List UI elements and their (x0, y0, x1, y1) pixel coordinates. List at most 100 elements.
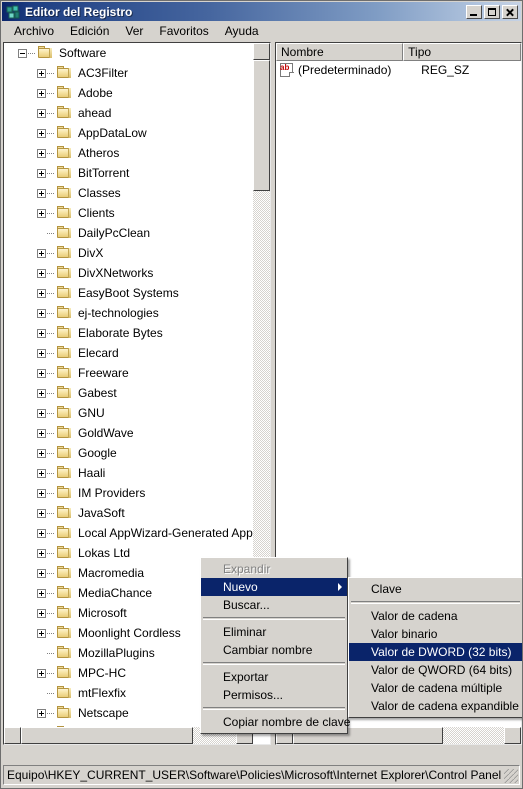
tree-node-label[interactable]: Macromedia (76, 565, 147, 582)
tree-node-ahead[interactable]: ahead (4, 103, 254, 123)
expand-plus-icon[interactable] (37, 148, 46, 158)
expand-plus-icon[interactable] (37, 448, 46, 458)
menu-archivo[interactable]: Archivo (6, 22, 62, 40)
tree-node-label[interactable]: Haali (76, 465, 108, 482)
minimize-button[interactable] (466, 4, 482, 19)
expand-plus-icon[interactable] (37, 188, 46, 198)
menu-item-valor-de-cadena[interactable]: Valor de cadena (349, 607, 522, 625)
expand-plus-icon[interactable] (37, 308, 46, 318)
tree-node-label[interactable]: Elecard (76, 345, 122, 362)
tree-node-javasoft[interactable]: JavaSoft (4, 503, 254, 523)
tree-node-label[interactable]: MediaChance (76, 585, 155, 602)
expand-plus-icon[interactable] (37, 208, 46, 218)
tree-node-label[interactable]: MPC-HC (76, 665, 129, 682)
tree-node-haali[interactable]: Haali (4, 463, 254, 483)
menu-item-eliminar[interactable]: Eliminar (201, 623, 347, 641)
tree-node-label[interactable]: Gabest (76, 385, 120, 402)
menu-item-cambiar-nombre[interactable]: Cambiar nombre (201, 641, 347, 659)
tree-node-label[interactable]: BitTorrent (76, 165, 132, 182)
expand-plus-icon[interactable] (37, 428, 46, 438)
expand-plus-icon[interactable] (37, 508, 46, 518)
tree-node-label[interactable]: Lokas Ltd (76, 545, 133, 562)
tree-node-classes[interactable]: Classes (4, 183, 254, 203)
menu-edicion[interactable]: Edición (62, 22, 117, 40)
menu-item-nuevo[interactable]: Nuevo (201, 578, 347, 596)
column-header-nombre[interactable]: Nombre (276, 43, 404, 61)
menu-item-valor-de-qword-64-bits[interactable]: Valor de QWORD (64 bits) (349, 661, 522, 679)
tree-node-label[interactable]: Software (57, 45, 109, 62)
tree-node-label[interactable]: Atheros (76, 145, 122, 162)
tree-node-elecard[interactable]: Elecard (4, 343, 254, 363)
expand-plus-icon[interactable] (37, 168, 46, 178)
tree-node-label[interactable]: MozillaPlugins (76, 645, 158, 662)
menu-item-valor-de-cadena-m-ltiple[interactable]: Valor de cadena múltiple (349, 679, 522, 697)
expand-plus-icon[interactable] (37, 408, 46, 418)
expand-plus-icon[interactable] (37, 288, 46, 298)
tree-node-label[interactable]: mtFlexfix (76, 685, 129, 702)
tree-node-label[interactable]: Classes (76, 185, 124, 202)
expand-plus-icon[interactable] (37, 468, 46, 478)
menu-item-buscar[interactable]: Buscar... (201, 596, 347, 614)
menu-item-copiar-nombre-de-clave[interactable]: Copiar nombre de clave (201, 713, 350, 731)
tree-node-ac3filter[interactable]: AC3Filter (4, 63, 254, 83)
tree-node-label[interactable]: DivX (76, 245, 106, 262)
expand-plus-icon[interactable] (37, 588, 46, 598)
expand-plus-icon[interactable] (37, 88, 46, 98)
tree-node-label[interactable]: AppDataLow (76, 125, 150, 142)
tree-hscroll-thumb[interactable] (21, 727, 193, 744)
tree-node-adobe[interactable]: Adobe (4, 83, 254, 103)
expand-plus-icon[interactable] (37, 368, 46, 378)
title-bar[interactable]: Editor del Registro (2, 2, 521, 21)
tree-node-label[interactable]: IM Providers (76, 485, 148, 502)
expand-plus-icon[interactable] (37, 568, 46, 578)
tree-node-clients[interactable]: Clients (4, 203, 254, 223)
tree-node-bittorrent[interactable]: BitTorrent (4, 163, 254, 183)
tree-node-label[interactable]: DivXNetworks (76, 265, 156, 282)
close-button[interactable] (502, 4, 518, 19)
menu-item-clave[interactable]: Clave (349, 580, 522, 598)
tree-node-atheros[interactable]: Atheros (4, 143, 254, 163)
tree-node-label[interactable]: Microsoft (76, 605, 130, 622)
expand-plus-icon[interactable] (37, 628, 46, 638)
tree-node-label[interactable]: Clients (76, 205, 118, 222)
menu-ver[interactable]: Ver (117, 22, 151, 40)
expand-plus-icon[interactable] (37, 388, 46, 398)
tree-scroll-up-button[interactable] (253, 43, 270, 60)
tree-scroll-thumb[interactable] (253, 60, 270, 191)
maximize-button[interactable] (484, 4, 500, 19)
expand-plus-icon[interactable] (37, 128, 46, 138)
expand-plus-icon[interactable] (37, 708, 46, 718)
menu-item-valor-binario[interactable]: Valor binario (349, 625, 522, 643)
tree-node-elaborate-bytes[interactable]: Elaborate Bytes (4, 323, 254, 343)
tree-scroll-left-button[interactable] (4, 727, 21, 744)
expand-plus-icon[interactable] (37, 248, 46, 258)
menu-favoritos[interactable]: Favoritos (151, 22, 216, 40)
tree-node-label[interactable]: Adobe (76, 85, 116, 102)
tree-node-label[interactable]: AC3Filter (76, 65, 131, 82)
menu-item-valor-de-dword-32-bits[interactable]: Valor de DWORD (32 bits) (349, 643, 522, 661)
tree-node-label[interactable]: Google (76, 445, 120, 462)
tree-node-easyboot-systems[interactable]: EasyBoot Systems (4, 283, 254, 303)
expand-plus-icon[interactable] (37, 528, 46, 538)
tree-node-ej-technologies[interactable]: ej-technologies (4, 303, 254, 323)
values-list-row[interactable]: ab (Predeterminado) REG_SZ (276, 61, 521, 78)
tree-node-divx[interactable]: DivX (4, 243, 254, 263)
resize-grip-icon[interactable] (504, 769, 518, 783)
tree-node-google[interactable]: Google (4, 443, 254, 463)
nuevo-submenu[interactable]: Clave Valor de cadena Valor binario Valor d… (348, 577, 522, 718)
values-scroll-right-button[interactable] (504, 727, 521, 744)
collapse-minus-icon[interactable] (18, 48, 27, 58)
menu-ayuda[interactable]: Ayuda (217, 22, 267, 40)
tree-node-divxnetworks[interactable]: DivXNetworks (4, 263, 254, 283)
tree-node-gnu[interactable]: GNU (4, 403, 254, 423)
expand-plus-icon[interactable] (37, 68, 46, 78)
tree-node-label[interactable]: ej-technologies (76, 305, 162, 322)
menu-item-valor-de-cadena-expandible[interactable]: Valor de cadena expandible (349, 697, 522, 715)
tree-node-label[interactable]: GoldWave (76, 425, 137, 442)
tree-node-label[interactable]: ahead (76, 105, 114, 122)
tree-node-label[interactable]: GNU (76, 405, 108, 422)
tree-node-appdatalow[interactable]: AppDataLow (4, 123, 254, 143)
menu-item-permisos[interactable]: Permisos... (201, 686, 347, 704)
tree-node-label[interactable]: Freeware (76, 365, 132, 382)
tree-node-dailypcclean[interactable]: DailyPcClean (4, 223, 254, 243)
